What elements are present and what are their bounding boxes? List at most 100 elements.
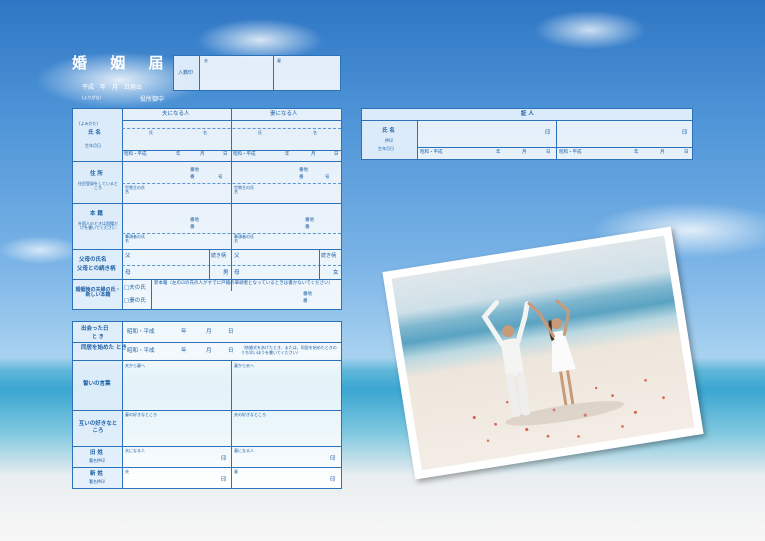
witness1-hi: 日 [546,150,551,155]
husband-honseki-ban: 番 [190,225,195,230]
vow-label: 誓いの言葉 [83,381,111,387]
witness2-tsuki: 月 [660,150,665,155]
wife-name-option[interactable]: □妻の氏 [124,298,146,305]
new-name-sub: 署名押印 [89,479,105,484]
witness1-tsuki: 月 [522,150,527,155]
husband-head: 筆頭者の氏名 [125,234,145,243]
new-wife: 妻 [234,469,238,474]
wife-header: 妻になる人 [270,111,298,117]
husband-birth-tsuki: 月 [200,152,205,157]
stamp-wife: 妻 [277,58,281,63]
honseki-sub: 外国人のときは国籍だけを書いてください [78,221,118,230]
stamp-label: 入籍印 [178,70,194,76]
wife-zokugara: 続き柄 [321,253,337,259]
husband-father: 父 [125,253,131,259]
witness2-hi: 日 [684,150,689,155]
likes-husband: 妻の好きなところ [125,412,157,417]
husband-birth-hi: 日 [223,152,228,157]
submission-date-line: 平成 年 月 日届出 [82,84,143,91]
parents-label: 父母の氏名 [79,257,107,263]
husband-addr-go: 号 [218,175,223,180]
wife-addr-go: 号 [325,175,330,180]
wife-householder: 世帯主の氏名 [234,185,254,194]
stamp-box: 入籍印 夫 妻 [173,55,341,91]
wife-birth-nen: 年 [285,152,290,157]
together-tsuki: 月 [206,348,212,354]
new-honseki-banchi: 番地 [303,292,312,297]
witness-seal-label: 押印 [385,138,393,143]
met-nen: 年 [181,329,187,335]
address-sub: 住民登録をしているところ [78,181,118,190]
old-wife-seal: 印 [330,456,336,462]
husband-addr-ban: 番 [190,175,195,180]
together-era: 昭和・平成 [127,348,155,354]
husband-name-option[interactable]: □夫の氏 [124,285,146,292]
wife-shi: 氏 [258,130,262,135]
lower-form: 出会った日 と き 昭和・平成 年 月 日 同居を始めた とき 昭和・平成 年 … [72,321,342,489]
witness-header: 証 人 [521,111,534,117]
together-label: 同居を始めた とき [81,345,127,351]
husband-honseki-banchi: 番地 [190,218,199,223]
parents-sub: 父母との続き柄 [77,266,116,272]
husband-birth-era: 昭和・平成 [124,152,147,157]
witness1-era: 昭和・平成 [420,150,443,155]
old-wife: 妻になる人 [234,448,254,453]
kana-note: (ふりがな) [82,95,102,100]
new-husband-seal: 印 [221,477,227,483]
witness1-seal: 印 [545,130,551,136]
husband-mei: 名 [203,130,207,135]
husband-addr-banchi: 番地 [190,168,199,173]
furigana-label: (よみかた) [79,121,99,126]
wife-father: 父 [234,253,240,259]
together-note: （結婚式をあげたとき、または、同居を始めたときのうち早いほうを書いてください） [241,345,337,356]
husband-householder: 世帯主の氏名 [125,185,145,194]
met-hi: 日 [228,329,234,335]
husband-zokugara: 続き柄 [211,253,227,259]
old-name-sub: 署名押印 [89,458,105,463]
wife-head: 筆頭者の氏名 [234,234,254,243]
wife-addr-banchi: 番地 [299,168,308,173]
met-tsuki: 月 [206,329,212,335]
new-name-label: 新 姓 [90,471,103,477]
old-name-label: 旧 姓 [90,450,103,456]
couple-beach-illustration [472,299,665,442]
wife-mei: 名 [313,130,317,135]
vow-husband: 夫から妻へ [125,363,145,368]
wife-birth-tsuki: 月 [311,152,316,157]
form-title: 婚 姻 届 [72,54,173,72]
new-honseki-ban: 番 [303,299,308,304]
wife-honseki-ban: 番 [305,225,310,230]
witness-box: 証 人 氏 名 押印 生年月日 印 印 昭和・平成 年 月 日 昭和・平成 年 … [361,108,693,160]
wife-honseki-banchi: 番地 [305,218,314,223]
vow-wife: 妻から夫へ [234,363,254,368]
main-form: 夫になる人 妻になる人 (よみかた) 氏 名 生年月日 氏 名 氏 名 昭和・平… [72,108,342,310]
new-husband: 夫 [125,469,129,474]
wife-jo: 女 [333,270,339,276]
husband-header: 夫になる人 [162,111,190,117]
old-husband-seal: 印 [221,456,227,462]
husband-birth-nen: 年 [176,152,181,157]
wife-mother: 母 [234,270,240,276]
husband-mother: 母 [125,270,131,276]
met-label: 出会った日 [81,326,109,332]
new-honseki-label: 婚姻後の夫婦の氏・新しい本籍 [75,287,121,298]
stamp-husband: 夫 [204,58,208,63]
address-label: 住 所 [90,171,103,177]
office-label: 役所御中 [140,96,165,103]
witness-birth-label: 生年月日 [378,146,394,151]
together-hi: 日 [228,348,234,354]
husband-nan: 男 [223,270,229,276]
wife-addr-ban: 番 [299,175,304,180]
wife-birth-hi: 日 [334,152,339,157]
old-husband: 夫になる人 [125,448,145,453]
witness-name-label: 氏 名 [382,128,395,134]
birth-label: 生年月日 [85,143,101,148]
wife-birth-era: 昭和・平成 [233,152,256,157]
new-honseki-text: 新本籍（左の☑の氏の人がすでに戸籍の筆頭者となっているときは書かないでください） [154,281,334,286]
husband-shi: 氏 [149,130,153,135]
new-wife-seal: 印 [330,477,336,483]
witness2-era: 昭和・平成 [559,150,582,155]
witness2-nen: 年 [634,150,639,155]
witness1-nen: 年 [496,150,501,155]
met-era: 昭和・平成 [127,329,155,335]
